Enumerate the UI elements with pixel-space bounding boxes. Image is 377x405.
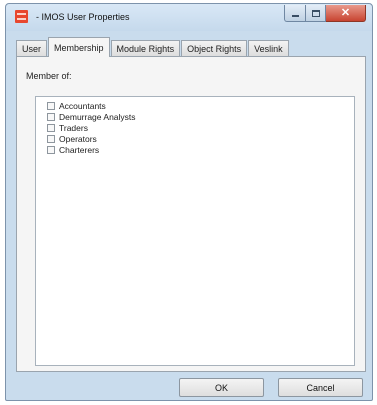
group-label: Charterers [59,145,100,155]
maximize-button[interactable] [306,5,326,22]
group-item-charterers[interactable]: Charterers [47,145,99,155]
group-label: Traders [59,123,88,133]
cancel-button[interactable]: Cancel [278,378,363,397]
group-label: Accountants [59,101,106,111]
tab-user[interactable]: User [16,40,48,57]
tab-object-rights[interactable]: Object Rights [181,40,248,57]
group-item-accountants[interactable]: Accountants [47,101,106,111]
tab-membership[interactable]: Membership [48,37,110,57]
minimize-button[interactable] [284,5,306,22]
user-properties-window: - IMOS User Properties ✕ User Membership… [5,3,373,401]
demurrage-analysts-checkbox[interactable] [47,113,55,121]
ok-button[interactable]: OK [179,378,264,397]
operators-checkbox[interactable] [47,135,55,143]
window-controls: ✕ [284,5,366,23]
maximize-icon [311,9,320,17]
group-item-operators[interactable]: Operators [47,134,97,144]
group-item-traders[interactable]: Traders [47,123,88,133]
charterers-checkbox[interactable] [47,146,55,154]
tab-veslink[interactable]: Veslink [248,40,289,57]
tab-module-rights[interactable]: Module Rights [110,40,181,57]
title-bar[interactable]: - IMOS User Properties ✕ [6,4,372,31]
group-item-demurrage-analysts[interactable]: Demurrage Analysts [47,112,136,122]
close-icon: ✕ [340,6,351,19]
traders-checkbox[interactable] [47,124,55,132]
imos-app-icon[interactable] [15,10,28,23]
member-of-label: Member of: [26,71,72,81]
close-button[interactable]: ✕ [326,5,366,22]
tab-strip: User Membership Module Rights Object Rig… [16,37,290,57]
minimize-icon [291,14,299,17]
window-title: - IMOS User Properties [36,12,130,22]
groups-listbox[interactable]: Accountants Demurrage Analysts Traders O… [35,96,355,366]
membership-panel: Member of: Accountants Demurrage Analyst… [16,56,366,372]
group-label: Operators [59,134,97,144]
accountants-checkbox[interactable] [47,102,55,110]
group-label: Demurrage Analysts [59,112,136,122]
